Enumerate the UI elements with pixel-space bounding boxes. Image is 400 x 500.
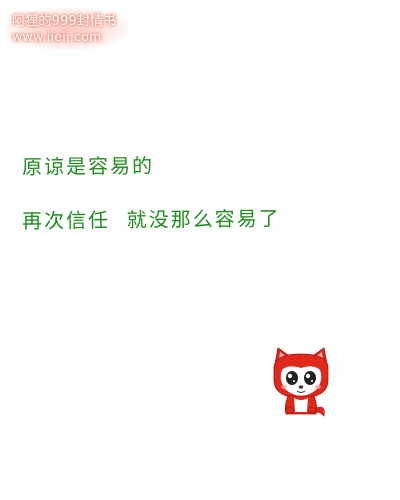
message-line-2: 再次信任 就没那么容易了 xyxy=(21,206,281,233)
message-line-1: 原谅是容易的 xyxy=(21,153,155,179)
watermark-url: www.iieii.com xyxy=(12,29,102,44)
watermark-logo: 阿狸的999封情书 www.iieii.com xyxy=(6,8,128,50)
watermark-title: 阿狸的999封情书 xyxy=(12,14,117,29)
ali-fox-icon xyxy=(270,346,332,418)
